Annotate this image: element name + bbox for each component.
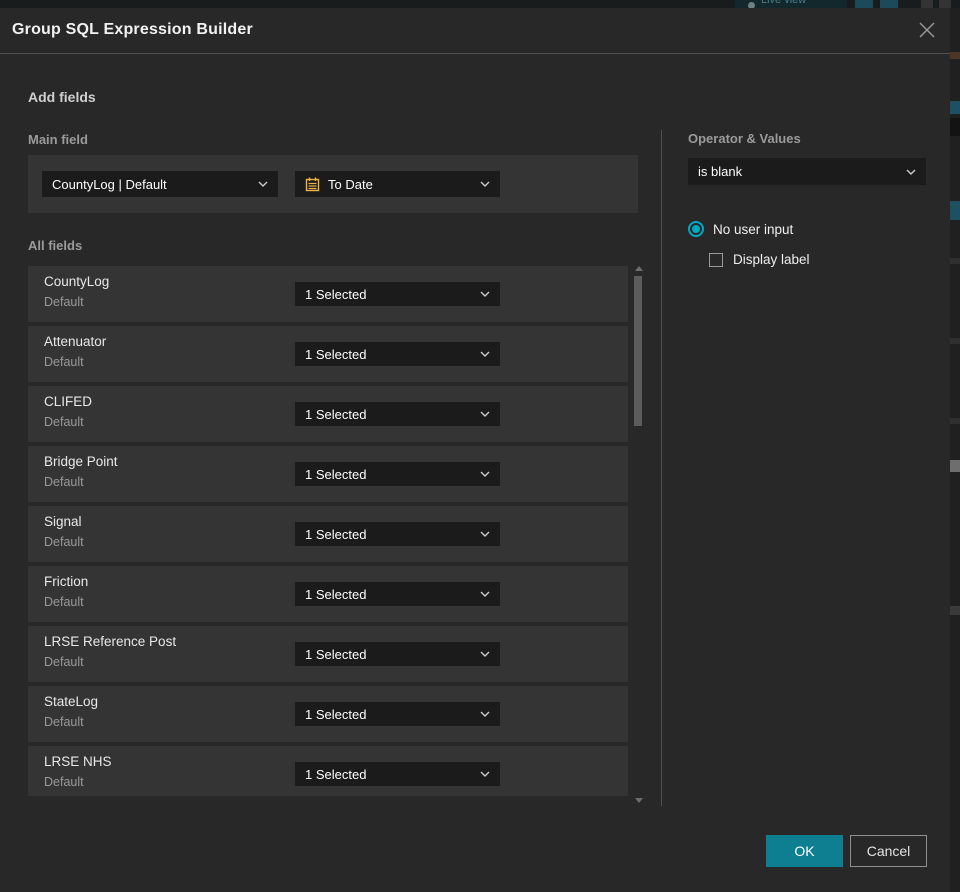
field-selection-value: 1 Selected: [305, 766, 367, 782]
radio-selected-icon: [688, 221, 704, 237]
field-type: Default: [44, 535, 84, 549]
toolbar-button-fragment: [880, 0, 898, 8]
main-field-panel: CountyLog | Default To Date: [28, 155, 638, 213]
field-selection-dropdown[interactable]: 1 Selected: [295, 702, 500, 726]
field-row: CountyLog Default 1 Selected: [28, 266, 628, 322]
toolbar-button-fragment: [855, 0, 873, 8]
field-name: Signal: [44, 514, 82, 529]
no-user-input-radio[interactable]: No user input: [688, 221, 793, 237]
display-label-label: Display label: [733, 252, 810, 267]
field-name: LRSE NHS: [44, 754, 112, 769]
field-name: LRSE Reference Post: [44, 634, 177, 649]
toolbar-button-fragment: [939, 0, 951, 8]
checkbox-unchecked-icon[interactable]: [709, 252, 723, 267]
all-fields-label: All fields: [28, 238, 83, 253]
field-selection-value: 1 Selected: [305, 526, 367, 542]
field-selection-value: 1 Selected: [305, 586, 367, 602]
operator-dropdown[interactable]: is blank: [688, 158, 926, 185]
field-selection-dropdown[interactable]: 1 Selected: [295, 582, 500, 606]
chevron-down-icon: [480, 181, 490, 187]
chevron-down-icon: [258, 181, 268, 187]
field-row: LRSE NHS Default 1 Selected: [28, 746, 628, 796]
no-user-input-label: No user input: [713, 221, 794, 237]
background-right-edge: [950, 8, 960, 892]
field-type: Default: [44, 475, 84, 489]
field-selection-value: 1 Selected: [305, 406, 367, 422]
display-label-checkbox-row[interactable]: Display label: [709, 252, 810, 267]
dialog-title: Group SQL Expression Builder: [12, 21, 253, 38]
main-field-label: Main field: [28, 132, 88, 147]
field-row: Friction Default 1 Selected: [28, 566, 628, 622]
operator-values-heading: Operator & Values: [688, 131, 801, 146]
field-name: Attenuator: [44, 334, 107, 349]
add-fields-heading: Add fields: [28, 89, 96, 105]
chevron-down-icon: [480, 291, 490, 297]
chevron-down-icon: [480, 651, 490, 657]
field-name: Bridge Point: [44, 454, 118, 469]
field-selection-dropdown[interactable]: 1 Selected: [295, 522, 500, 546]
field-type: Default: [44, 595, 84, 609]
chevron-down-icon: [480, 771, 490, 777]
live-view-button[interactable]: Live view: [735, 0, 847, 8]
fields-list-scrollbar[interactable]: [631, 266, 645, 803]
field-name: StateLog: [44, 694, 99, 709]
close-icon[interactable]: [912, 15, 942, 45]
chevron-down-icon: [906, 169, 916, 175]
chevron-down-icon: [480, 471, 490, 477]
field-row: CLIFED Default 1 Selected: [28, 386, 628, 442]
all-fields-list: CountyLog Default 1 Selected Attenuator …: [28, 266, 628, 796]
field-name: CountyLog: [44, 274, 110, 289]
field-type: Default: [44, 655, 84, 669]
vertical-divider: [661, 130, 662, 806]
group-sql-expression-builder-dialog: Group SQL Expression Builder Add fields …: [0, 8, 950, 892]
dialog-header: Group SQL Expression Builder: [0, 8, 950, 54]
field-row: LRSE Reference Post Default 1 Selected: [28, 626, 628, 682]
calendar-date-icon: [305, 177, 320, 192]
field-selection-dropdown[interactable]: 1 Selected: [295, 462, 500, 486]
chevron-down-icon: [480, 351, 490, 357]
operator-dropdown-value: is blank: [698, 164, 743, 179]
chevron-down-icon: [480, 531, 490, 537]
ok-button[interactable]: OK: [766, 835, 843, 867]
chevron-down-icon: [480, 411, 490, 417]
cancel-button[interactable]: Cancel: [850, 835, 927, 867]
field-row: Signal Default 1 Selected: [28, 506, 628, 562]
field-type: Default: [44, 715, 84, 729]
field-row: Attenuator Default 1 Selected: [28, 326, 628, 382]
field-selection-value: 1 Selected: [305, 466, 367, 482]
field-selection-dropdown[interactable]: 1 Selected: [295, 642, 500, 666]
chevron-down-icon: [480, 711, 490, 717]
field-selection-dropdown[interactable]: 1 Selected: [295, 342, 500, 366]
scrollbar-thumb[interactable]: [634, 276, 642, 426]
field-selection-dropdown[interactable]: 1 Selected: [295, 402, 500, 426]
field-type: Default: [44, 775, 84, 789]
background-top-toolbar: Live view: [0, 0, 960, 8]
field-type: Default: [44, 415, 84, 429]
main-field-source-dropdown[interactable]: CountyLog | Default: [42, 171, 278, 197]
field-name: Friction: [44, 574, 89, 589]
field-selection-value: 1 Selected: [305, 346, 367, 362]
field-type: Default: [44, 355, 84, 369]
toolbar-button-fragment: [921, 0, 933, 8]
scrollbar-up-arrow-icon[interactable]: [635, 266, 643, 271]
field-selection-value: 1 Selected: [305, 646, 367, 662]
main-field-type-value: To Date: [328, 176, 373, 192]
main-field-source-value: CountyLog | Default: [52, 176, 167, 192]
field-name: CLIFED: [44, 394, 93, 409]
field-selection-dropdown[interactable]: 1 Selected: [295, 762, 500, 786]
live-view-label: Live view: [761, 0, 807, 6]
field-selection-dropdown[interactable]: 1 Selected: [295, 282, 500, 306]
scrollbar-down-arrow-icon[interactable]: [635, 798, 643, 803]
field-selection-value: 1 Selected: [305, 706, 367, 722]
chevron-down-icon: [480, 591, 490, 597]
main-field-type-dropdown[interactable]: To Date: [295, 171, 500, 197]
field-selection-value: 1 Selected: [305, 286, 367, 302]
field-row: Bridge Point Default 1 Selected: [28, 446, 628, 502]
field-type: Default: [44, 295, 84, 309]
field-row: StateLog Default 1 Selected: [28, 686, 628, 742]
